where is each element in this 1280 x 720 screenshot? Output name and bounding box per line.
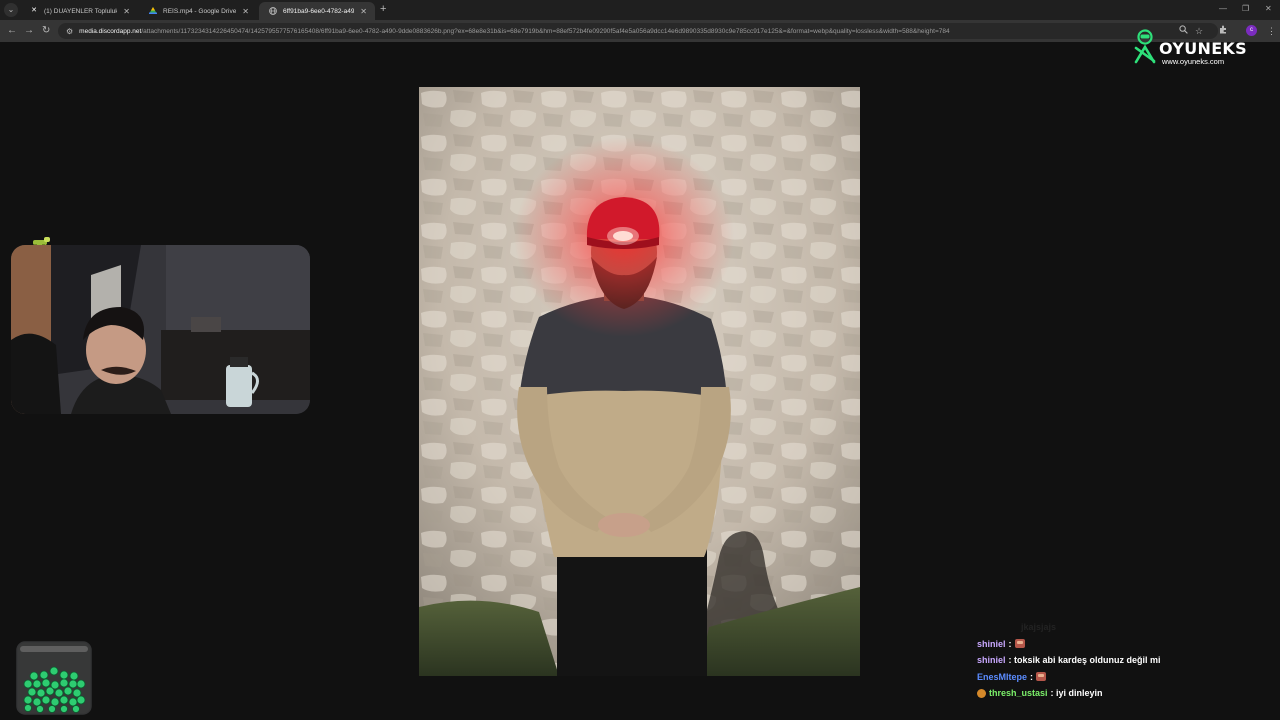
chat-message: jkajsjajs	[977, 619, 1277, 636]
url-host: media.discordapp.net	[79, 27, 142, 35]
oyuneks-mascot-icon	[1134, 29, 1156, 64]
minimize-icon[interactable]: —	[1219, 4, 1227, 13]
tab-title: REİS.mp4 - Google Drive	[163, 7, 237, 15]
chat-username: shiniel	[977, 638, 1006, 649]
main-image	[419, 87, 860, 676]
tab-duayenler[interactable]: ✕ (1) DUAYENLER Topluluk / X ✕	[20, 2, 138, 20]
tab-title: (1) DUAYENLER Topluluk / X	[44, 7, 118, 15]
brand-name: OYUNEKS	[1159, 39, 1247, 58]
chat-separator: :	[1030, 671, 1034, 682]
subscriber-badge-icon	[977, 688, 986, 698]
chat-separator: :	[1008, 638, 1012, 649]
chat-username: shiniel	[977, 655, 1006, 666]
chat-message: shiniel : toksik abi kardeş oldunuz deği…	[977, 652, 1277, 669]
x-logo-icon: ✕	[31, 7, 37, 14]
chat-message: EnesMltepe :	[977, 669, 1277, 686]
stream-chat: jkajsjajs shiniel : shiniel : toksik abi…	[977, 619, 1277, 702]
close-tab-icon[interactable]: ✕	[360, 7, 367, 16]
tab-search-button[interactable]: ⌄	[4, 3, 18, 17]
chat-message: thresh_ustasi : iyi dinleyin	[977, 685, 1277, 702]
tab-google-drive[interactable]: REİS.mp4 - Google Drive ✕	[139, 2, 257, 20]
marble-jar-icon	[16, 641, 92, 715]
chat-username: EnesMltepe	[977, 671, 1028, 682]
close-window-icon[interactable]: ✕	[1265, 4, 1272, 13]
url-path: /attachments/1173234314226450474/1425795…	[141, 27, 950, 35]
site-info-icon[interactable]: ⚙	[66, 27, 73, 36]
browser-toolbar: ← → ↻ ⚙ media.discordapp.net/attachments…	[0, 20, 1280, 42]
google-drive-icon	[149, 7, 157, 15]
restore-icon[interactable]: ❐	[1242, 4, 1249, 13]
tab-strip: ⌄ ✕ (1) DUAYENLER Topluluk / X ✕ REİS.mp…	[0, 0, 1280, 20]
oyuneks-logo: OYUNEKS www.oyuneks.com	[1133, 28, 1247, 68]
chat-message: shiniel :	[977, 636, 1277, 653]
url-text: media.discordapp.net/attachments/1173234…	[79, 28, 949, 35]
emote-icon	[1014, 639, 1025, 649]
tab-title: 6ff91ba9-6ee0-4782-a490-9dd	[283, 7, 355, 15]
new-tab-button[interactable]: +	[380, 3, 386, 15]
menu-kebab-icon[interactable]: ⋮	[1267, 25, 1276, 37]
webcam-feed	[11, 245, 310, 414]
close-tab-icon[interactable]: ✕	[242, 7, 249, 16]
emote-icon	[1036, 672, 1047, 682]
profile-avatar[interactable]: c	[1246, 25, 1257, 36]
address-bar[interactable]: ⚙ media.discordapp.net/attachments/11732…	[58, 23, 1218, 39]
chat-text: iyi dinleyin	[1056, 688, 1103, 699]
chat-text: jkajsjajs	[1021, 622, 1057, 633]
reload-icon[interactable]: ↻	[42, 25, 50, 37]
close-tab-icon[interactable]: ✕	[123, 7, 130, 16]
chat-text: toksik abi kardeş oldunuz değil mi	[1014, 655, 1161, 666]
back-arrow-icon[interactable]: ←	[7, 25, 17, 37]
chat-username: thresh_ustasi	[989, 688, 1048, 699]
forward-arrow-icon[interactable]: →	[24, 25, 34, 37]
brand-url: www.oyuneks.com	[1162, 57, 1225, 66]
tab-discord-image[interactable]: 6ff91ba9-6ee0-4782-a490-9dd ✕	[259, 2, 375, 20]
globe-icon	[269, 7, 277, 15]
